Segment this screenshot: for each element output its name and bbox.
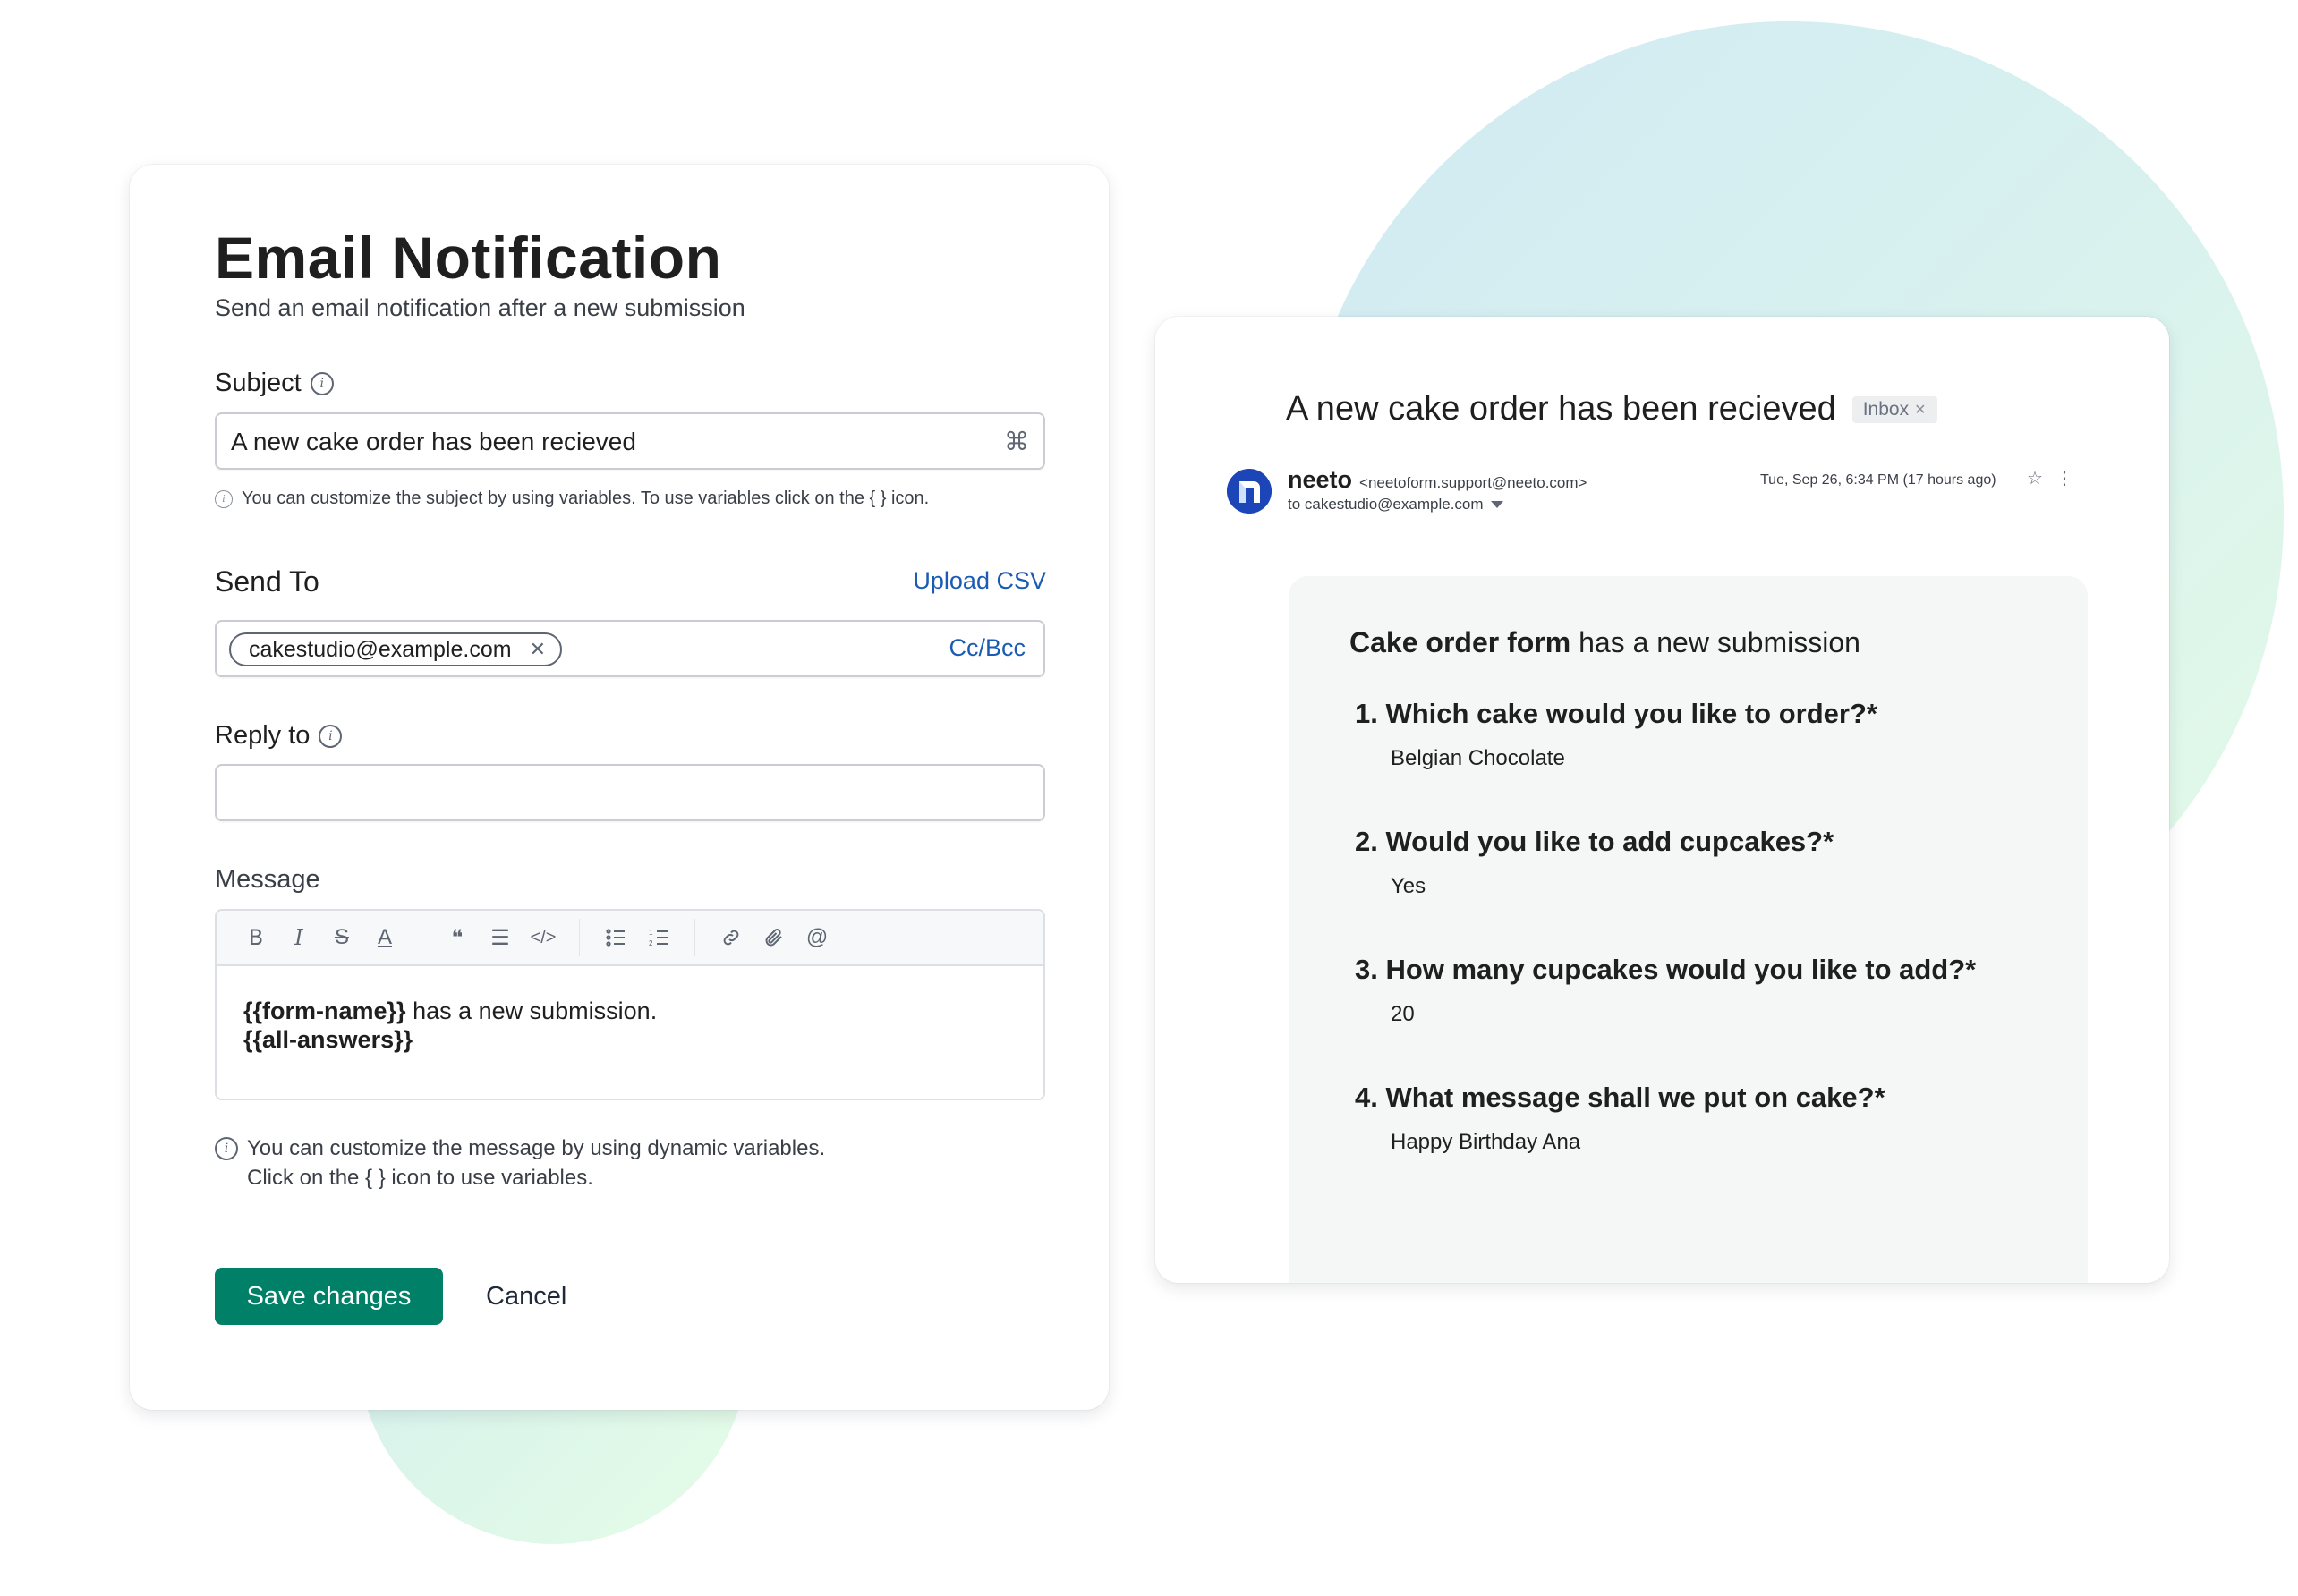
email-body: Cake order form has a new submission 1. … <box>1289 576 2088 1283</box>
toolbar-divider <box>579 919 580 956</box>
subject-input[interactable]: A new cake order has been recieved ⌘ <box>215 412 1045 470</box>
email-notification-card: Email Notification Send an email notific… <box>130 165 1109 1410</box>
quote-icon[interactable]: ❝ <box>436 920 479 955</box>
editor-toolbar: B I S A ❝ ☰ </> 12 @ <box>217 911 1043 966</box>
info-icon[interactable]: i <box>310 371 334 395</box>
message-text: has a new submission. <box>405 998 658 1024</box>
question-3: 3. How many cupcakes would you like to a… <box>1355 954 1976 986</box>
sender-name: neeto <box>1288 466 1353 493</box>
subject-helper-text: You can customize the subject by using v… <box>242 488 930 508</box>
sender-email: <neetoform.support@neeto.com> <box>1359 474 1587 491</box>
answer-1: Belgian Chocolate <box>1391 746 1565 770</box>
page-subtitle: Send an email notification after a new s… <box>215 294 745 321</box>
question-text: Which cake would you like to order?* <box>1385 698 1877 729</box>
toolbar-divider <box>694 919 695 956</box>
numbered-list-icon[interactable]: 12 <box>637 920 680 955</box>
bold-icon[interactable]: B <box>234 920 277 955</box>
link-icon[interactable] <box>710 920 753 955</box>
subject-helper: i You can customize the subject by using… <box>215 488 929 509</box>
info-icon[interactable]: i <box>319 724 343 748</box>
question-text: Would you like to add cupcakes?* <box>1385 826 1834 857</box>
question-number: 4. <box>1355 1082 1378 1113</box>
email-subject-text: A new cake order has been recieved <box>1286 390 1836 428</box>
all-answers-variable: {{all-answers}} <box>243 1026 413 1053</box>
remove-label-icon[interactable]: ✕ <box>1914 401 1926 419</box>
star-icon[interactable]: ☆ <box>2027 467 2043 489</box>
cancel-button[interactable]: Cancel <box>486 1268 566 1325</box>
submission-heading: Cake order form has a new submission <box>1349 626 1860 659</box>
send-to-input[interactable]: cakestudio@example.com ✕ Cc/Bcc <box>215 620 1045 677</box>
message-helper: i You can customize the message by using… <box>215 1133 825 1193</box>
bullet-list-icon[interactable] <box>594 920 637 955</box>
reply-to-label: Reply to i <box>215 721 343 751</box>
subject-label-text: Subject <box>215 369 302 397</box>
email-date: Tue, Sep 26, 6:34 PM (17 hours ago) <box>1760 472 1996 488</box>
question-number: 3. <box>1355 954 1378 985</box>
sender-info: neeto <neetoform.support@neeto.com> <box>1288 466 1587 494</box>
reply-to-label-text: Reply to <box>215 721 311 750</box>
align-icon[interactable]: ☰ <box>479 920 522 955</box>
more-options-icon[interactable]: ⋮ <box>2055 467 2073 489</box>
code-icon[interactable]: </> <box>522 920 565 955</box>
question-text: How many cupcakes would you like to add?… <box>1385 954 1977 985</box>
strikethrough-icon[interactable]: S <box>320 920 363 955</box>
recipient-text: to cakestudio@example.com <box>1288 496 1484 513</box>
message-editor[interactable]: B I S A ❝ ☰ </> 12 @ {{form-name}} has a… <box>215 909 1045 1100</box>
page-title: Email Notification <box>215 225 722 291</box>
answer-2: Yes <box>1391 874 1426 898</box>
email-chip-label: cakestudio@example.com <box>249 636 512 662</box>
answer-4: Happy Birthday Ana <box>1391 1130 1581 1154</box>
text-color-icon[interactable]: A <box>363 920 406 955</box>
command-icon[interactable]: ⌘ <box>1004 427 1029 456</box>
info-icon: i <box>215 489 233 508</box>
attachment-icon[interactable] <box>753 920 796 955</box>
inbox-label[interactable]: Inbox ✕ <box>1851 395 1937 423</box>
heading-rest: has a new submission <box>1570 626 1860 658</box>
question-2: 2. Would you like to add cupcakes?* <box>1355 826 1834 858</box>
form-name: Cake order form <box>1349 626 1571 658</box>
recipient-line[interactable]: to cakestudio@example.com <box>1288 496 1503 514</box>
question-number: 2. <box>1355 826 1378 857</box>
email-subject: A new cake order has been recieved Inbox… <box>1286 390 1937 429</box>
question-4: 4. What message shall we put on cake?* <box>1355 1082 1885 1114</box>
email-chip: cakestudio@example.com ✕ <box>229 632 563 666</box>
message-helper-line2: Click on the { } icon to use variables. <box>247 1166 593 1190</box>
italic-icon[interactable]: I <box>277 920 320 955</box>
remove-chip-icon[interactable]: ✕ <box>530 638 546 661</box>
message-helper-line1: You can customize the message by using d… <box>247 1136 826 1160</box>
info-icon: i <box>215 1137 238 1160</box>
neeto-logo-avatar <box>1227 469 1272 514</box>
inbox-label-text: Inbox <box>1862 398 1910 420</box>
save-changes-button[interactable]: Save changes <box>215 1268 443 1325</box>
question-text: What message shall we put on cake?* <box>1385 1082 1885 1113</box>
upload-csv-link[interactable]: Upload CSV <box>913 567 1046 595</box>
message-label: Message <box>215 865 320 894</box>
subject-label: Subject i <box>215 369 334 398</box>
email-preview-card: A new cake order has been recieved Inbox… <box>1155 317 2169 1283</box>
question-1: 1. Which cake would you like to order?* <box>1355 698 1877 730</box>
svg-text:1: 1 <box>649 929 653 937</box>
form-name-variable: {{form-name}} <box>243 998 406 1024</box>
send-to-label: Send To <box>215 565 319 598</box>
editor-content[interactable]: {{form-name}} has a new submission. {{al… <box>217 966 1043 1084</box>
subject-input-value: A new cake order has been recieved <box>231 428 636 455</box>
cc-bcc-link[interactable]: Cc/Bcc <box>949 634 1026 662</box>
question-number: 1. <box>1355 698 1378 729</box>
caret-down-icon[interactable] <box>1490 501 1503 508</box>
svg-text:2: 2 <box>649 939 653 947</box>
answer-3: 20 <box>1391 1002 1415 1026</box>
mention-icon[interactable]: @ <box>796 920 838 955</box>
reply-to-input[interactable] <box>215 764 1045 821</box>
